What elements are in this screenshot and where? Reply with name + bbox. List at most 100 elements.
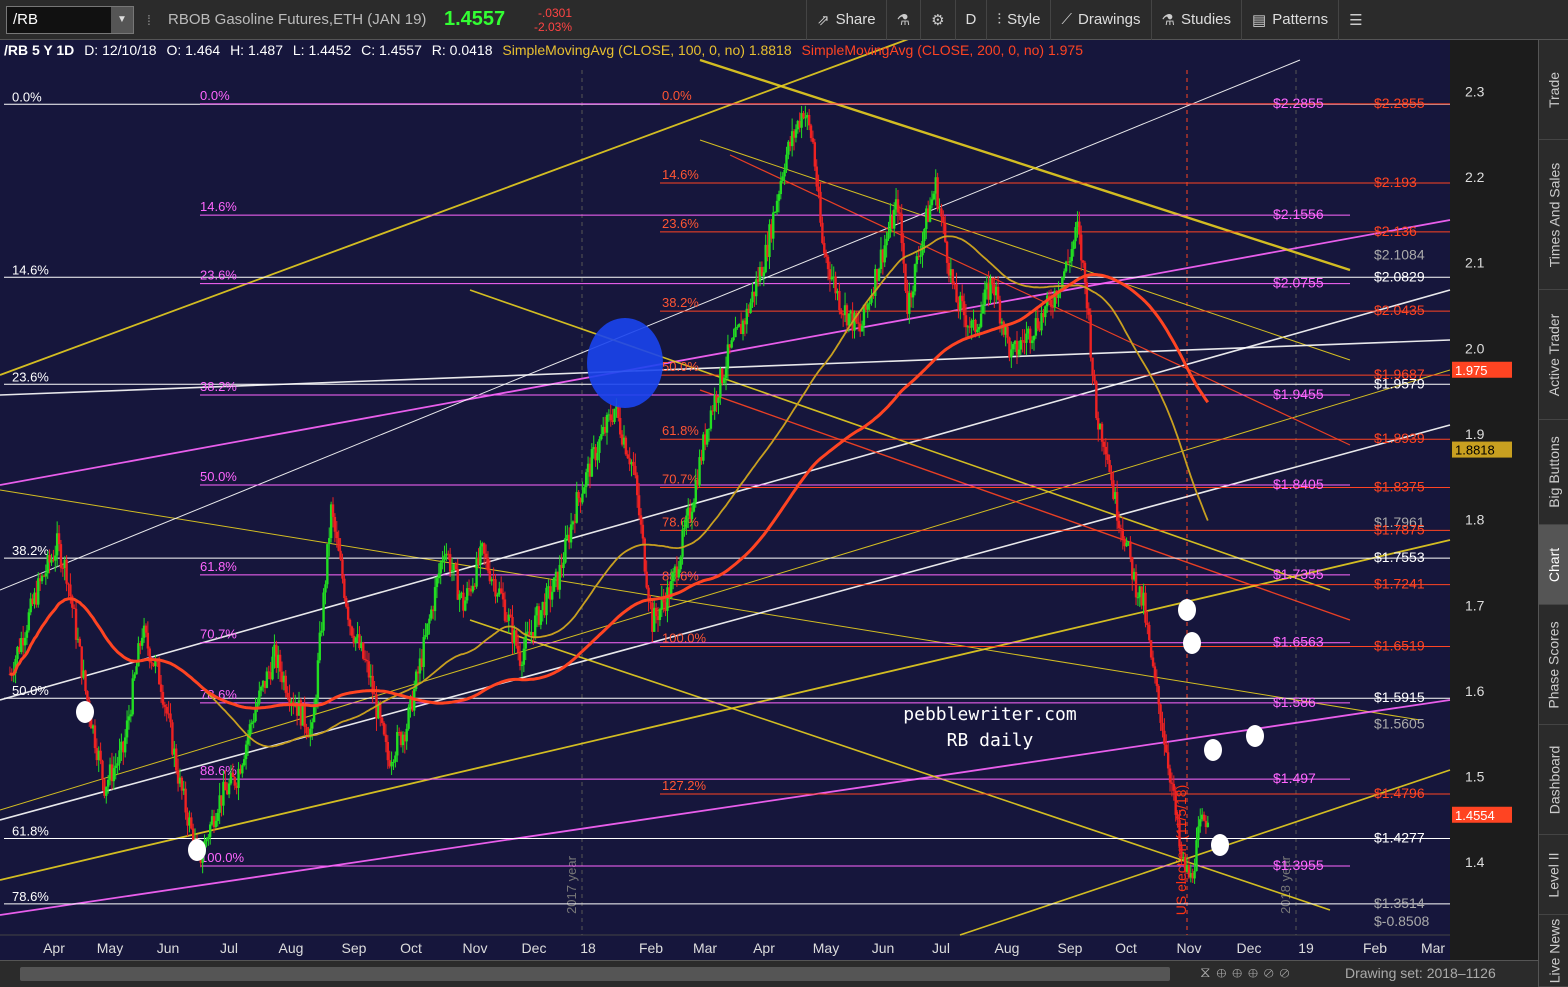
candle-body xyxy=(57,533,61,545)
candle-body xyxy=(923,228,926,242)
zoom-icons[interactable]: ⧖⊕⊕⊕⊘⊘ xyxy=(1200,964,1295,981)
chart-area[interactable]: 2017 year 2018 year US election (11/5/18) 0… xyxy=(0,40,1538,987)
candle-body xyxy=(337,538,340,551)
candle-body xyxy=(1100,423,1104,442)
status-date: D: 12/10/18 xyxy=(84,42,157,58)
tab-times-and-sales[interactable]: Times And Sales xyxy=(1539,140,1568,290)
point-marker xyxy=(1211,834,1229,856)
candle-body xyxy=(1172,783,1176,791)
style-button[interactable]: ⫶ Style xyxy=(986,0,1050,40)
tab-trade[interactable]: Trade xyxy=(1539,40,1568,140)
candle-body xyxy=(705,429,709,445)
horizontal-scrollbar[interactable] xyxy=(20,967,1170,981)
style-icon: ⫶ xyxy=(997,11,1002,28)
d-button[interactable]: D xyxy=(954,0,987,40)
candle-body xyxy=(286,692,289,698)
price-label: $2.2855 xyxy=(1273,95,1324,111)
candle-body xyxy=(484,553,488,558)
candle-body xyxy=(983,289,987,305)
tab-active-trader[interactable]: Active Trader xyxy=(1539,290,1568,420)
candle-body xyxy=(558,564,561,590)
candle-body xyxy=(1072,241,1075,250)
candle-body xyxy=(326,544,329,585)
candle-body xyxy=(1180,846,1183,858)
studies-button[interactable]: ⚗ Studies xyxy=(1150,0,1242,40)
candle-body xyxy=(1070,249,1073,262)
tab-chart[interactable]: Chart xyxy=(1539,525,1568,605)
candle-body xyxy=(932,193,936,200)
tab-live-news[interactable]: Live News xyxy=(1539,915,1568,987)
chevron-down-icon[interactable]: ▼ xyxy=(111,6,133,33)
share-button[interactable]: ⇗ Share xyxy=(806,0,886,40)
point-marker xyxy=(1178,599,1196,621)
status-low: L: 1.4452 xyxy=(292,42,352,58)
candle-body xyxy=(318,632,321,661)
menu-icon: ☰ xyxy=(1349,11,1363,29)
candle-body xyxy=(804,117,807,119)
candle-body xyxy=(44,573,48,577)
flask-button[interactable]: ⚗ xyxy=(885,0,920,40)
candle-body xyxy=(1093,374,1096,382)
price-label: $1.8375 xyxy=(1374,479,1425,495)
candle-body xyxy=(362,642,365,659)
y-tick-label: 2.1 xyxy=(1465,255,1485,271)
candle-body xyxy=(902,243,905,264)
candle-body xyxy=(545,587,548,616)
tab-dashboard[interactable]: Dashboard xyxy=(1539,725,1568,835)
candle-body xyxy=(131,678,134,715)
candle-body xyxy=(316,660,320,699)
candle-body xyxy=(596,452,599,461)
time-axis-background xyxy=(0,935,1450,960)
sma100-label: SimpleMovingAvg (CLOSE, 100, 0, no) xyxy=(502,42,745,58)
candle-body xyxy=(311,722,314,729)
candle-body xyxy=(634,465,637,476)
watermark-line1: pebblewriter.com xyxy=(903,704,1076,725)
candle-body xyxy=(1161,722,1164,731)
candle-body xyxy=(174,748,178,771)
tab-phase-scores[interactable]: Phase Scores xyxy=(1539,605,1568,725)
candle-body xyxy=(671,572,675,582)
candle-body xyxy=(838,290,841,311)
candle-body xyxy=(1178,819,1181,847)
candle-body xyxy=(552,577,556,592)
drawing-set-label[interactable]: Drawing set: 2018–1126 xyxy=(1345,965,1496,981)
last-price: 1.4557 xyxy=(444,8,506,30)
candle-body xyxy=(348,619,352,627)
candle-body xyxy=(726,344,730,369)
tab-label: Phase Scores xyxy=(1546,620,1563,709)
candle-body xyxy=(439,562,442,574)
symbol-input[interactable]: /RB ▼ xyxy=(6,5,134,34)
gear-button[interactable]: ⚙ xyxy=(920,0,954,40)
candle-body xyxy=(99,750,102,761)
patterns-button[interactable]: ▤ Patterns xyxy=(1241,0,1338,40)
candle-body xyxy=(819,191,822,223)
candle-body xyxy=(919,255,922,257)
candle-body xyxy=(1068,261,1072,263)
candle-body xyxy=(600,434,603,440)
candle-body xyxy=(732,337,735,341)
candle-body xyxy=(1044,306,1047,318)
candle-body xyxy=(161,691,165,705)
candle-body xyxy=(322,592,325,631)
candle-body xyxy=(1151,657,1155,667)
candle-body xyxy=(69,584,72,597)
candle-body xyxy=(354,637,357,644)
candle-body xyxy=(709,410,713,429)
candle-body xyxy=(826,256,830,270)
x-tick-label: Nov xyxy=(463,940,488,956)
pin-icon[interactable]: ⁞ xyxy=(134,12,164,28)
candle-body xyxy=(392,761,395,763)
price-label: $1.9455 xyxy=(1273,386,1324,402)
candle-body xyxy=(1119,528,1123,530)
candle-body xyxy=(821,222,824,244)
chart-canvas[interactable]: 2017 year 2018 yearUS election (11/5/18)0… xyxy=(0,40,1538,960)
candle-body xyxy=(350,626,354,636)
candle-body xyxy=(834,276,837,294)
menu-button[interactable]: ☰ xyxy=(1338,0,1372,40)
candle-body xyxy=(216,812,219,821)
candle-body xyxy=(1025,333,1028,343)
tab-level-ii[interactable]: Level II xyxy=(1539,835,1568,915)
drawings-button[interactable]: ⟋ Drawings xyxy=(1050,0,1150,40)
candle-body xyxy=(707,428,711,430)
tab-big-buttons[interactable]: Big Buttons xyxy=(1539,420,1568,525)
